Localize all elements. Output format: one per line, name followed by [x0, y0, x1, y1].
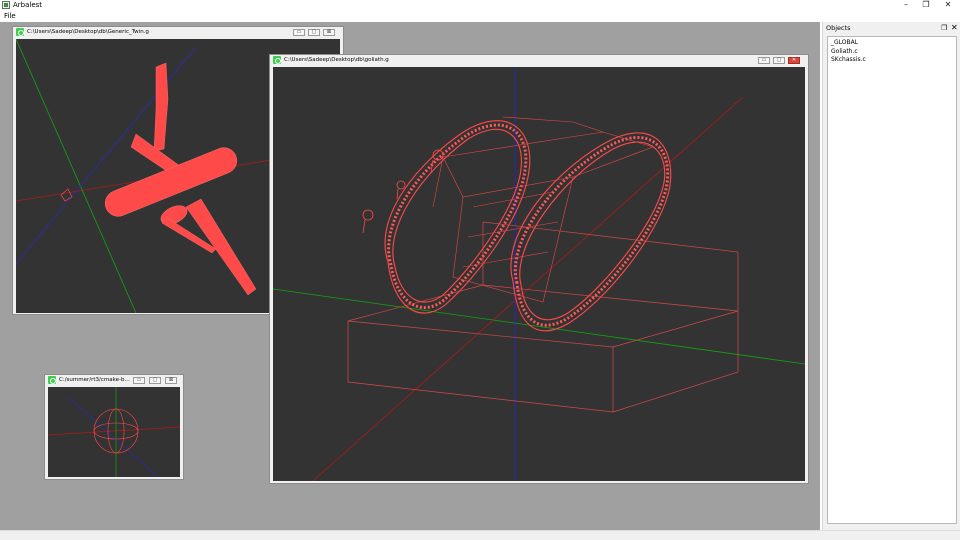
subwindow-title: C:\Users\Sadeep\Desktop\db\goliath.g: [284, 57, 389, 63]
status-bar: [0, 530, 960, 540]
qt-icon: [16, 28, 24, 36]
qt-icon: [273, 56, 281, 64]
menu-item-file[interactable]: File: [4, 11, 16, 22]
subwindow-maximize-button[interactable]: ▢: [149, 377, 161, 384]
menu-bar: File: [0, 11, 960, 22]
minimize-icon[interactable]: –: [896, 0, 916, 11]
viewport-scene: [273, 67, 805, 481]
subwindow-close-button[interactable]: ⊠: [165, 377, 177, 384]
restore-icon[interactable]: ❐: [916, 0, 936, 11]
subwindow-close-button[interactable]: ⊠: [323, 29, 335, 36]
bounding-box: [347, 221, 739, 413]
subwindow-titlebar[interactable]: C:\Users\Sadeep\Desktop\db\goliath.g ▭ ▢…: [270, 55, 808, 66]
objects-dock: Objects ❐ ✕ _GLOBAL Goliath.c SKchassis.…: [822, 22, 960, 530]
axis-z-line: [16, 46, 197, 265]
close-icon[interactable]: ✕: [938, 0, 958, 11]
app-icon: [2, 1, 10, 9]
subwindow-goliath[interactable]: C:\Users\Sadeep\Desktop\db\goliath.g ▭ ▢…: [269, 54, 809, 484]
app-titlebar: Arbalest – ❐ ✕: [0, 0, 960, 11]
axis-x-line: [48, 426, 180, 436]
subwindow-minimize-button[interactable]: ▭: [758, 57, 770, 64]
subwindow-minimize-button[interactable]: ▭: [293, 29, 305, 36]
subwindow-maximize-button[interactable]: ▢: [773, 57, 785, 64]
tree-item-goliath[interactable]: Goliath.c: [828, 48, 956, 57]
tree-item-global[interactable]: _GLOBAL: [828, 39, 956, 48]
aircraft-model: [104, 62, 257, 296]
mdi-area: C:\Users\Sadeep\Desktop\db\Generic_Twin.…: [0, 22, 820, 530]
subwindow-close-button[interactable]: ✕: [788, 57, 800, 64]
subwindow-title: C:\Users\Sadeep\Desktop\db\Generic_Twin.…: [27, 29, 149, 35]
subwindow-titlebar[interactable]: C:\Users\Sadeep\Desktop\db\Generic_Twin.…: [13, 27, 343, 38]
close-icon[interactable]: ✕: [951, 22, 958, 34]
qt-icon: [48, 376, 56, 384]
viewport-goliath[interactable]: [273, 67, 805, 481]
objects-tree[interactable]: _GLOBAL Goliath.c SKchassis.c: [827, 36, 957, 524]
subwindow-titlebar[interactable]: C:/summer/rt3/cmake-b... ▭ ▢ ⊠: [45, 375, 183, 386]
origin-marker: [60, 188, 73, 202]
subwindow-maximize-button[interactable]: ▢: [308, 29, 320, 36]
viewport-cmake[interactable]: [48, 387, 180, 477]
app-title: Arbalest: [13, 1, 43, 9]
viewport-scene: [48, 387, 180, 477]
tree-item-skchassis[interactable]: SKchassis.c: [828, 56, 956, 65]
axis-y-line: [16, 39, 137, 313]
float-icon[interactable]: ❐: [941, 22, 947, 34]
subwindow-minimize-button[interactable]: ▭: [133, 377, 145, 384]
axis-y-line: [273, 288, 805, 365]
dock-header[interactable]: Objects ❐ ✕: [823, 22, 960, 34]
axis-x-line: [312, 96, 744, 481]
subwindow-cmake[interactable]: C:/summer/rt3/cmake-b... ▭ ▢ ⊠: [44, 374, 184, 480]
subwindow-title: C:/summer/rt3/cmake-b...: [59, 377, 130, 383]
dock-title: Objects: [826, 24, 851, 32]
